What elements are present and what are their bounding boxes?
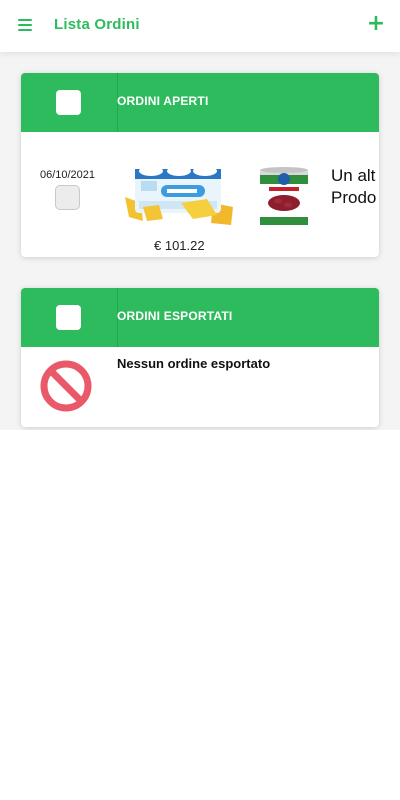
empty-state-message: Nessun ordine esportato bbox=[117, 356, 271, 371]
order-total-price: € 101.22 bbox=[154, 238, 205, 253]
kidney-beans-can-image bbox=[260, 167, 308, 225]
blank-area bbox=[0, 430, 400, 800]
page-title: Lista Ordini bbox=[54, 16, 140, 33]
open-orders-title: ORDINI APERTI bbox=[117, 94, 209, 108]
app-bar: Lista Ordini + bbox=[0, 0, 400, 52]
order-date: 06/10/2021 bbox=[39, 169, 96, 181]
order-description-line: Prodo bbox=[331, 188, 377, 207]
no-entry-icon bbox=[40, 360, 92, 412]
order-description: Un alt Prodo bbox=[331, 165, 376, 209]
open-orders-header: ORDINI APERTI bbox=[21, 73, 379, 132]
yogurt-pack-image bbox=[125, 166, 233, 225]
exported-orders-title: ORDINI ESPORTATI bbox=[117, 309, 233, 323]
exported-orders-card: ORDINI ESPORTATI Nessun ordine esportato bbox=[21, 288, 379, 427]
exported-orders-header: ORDINI ESPORTATI bbox=[21, 288, 379, 347]
order-description-line: Un alt bbox=[331, 166, 376, 185]
open-orders-card: ORDINI APERTI 06/10/2021 € 101.22 Un alt… bbox=[21, 73, 379, 257]
order-checkbox[interactable] bbox=[55, 185, 80, 210]
select-all-open-checkbox[interactable] bbox=[56, 90, 81, 115]
select-all-exported-checkbox[interactable] bbox=[56, 305, 81, 330]
hamburger-menu-icon[interactable] bbox=[18, 19, 32, 31]
plus-icon[interactable]: + bbox=[366, 12, 386, 36]
